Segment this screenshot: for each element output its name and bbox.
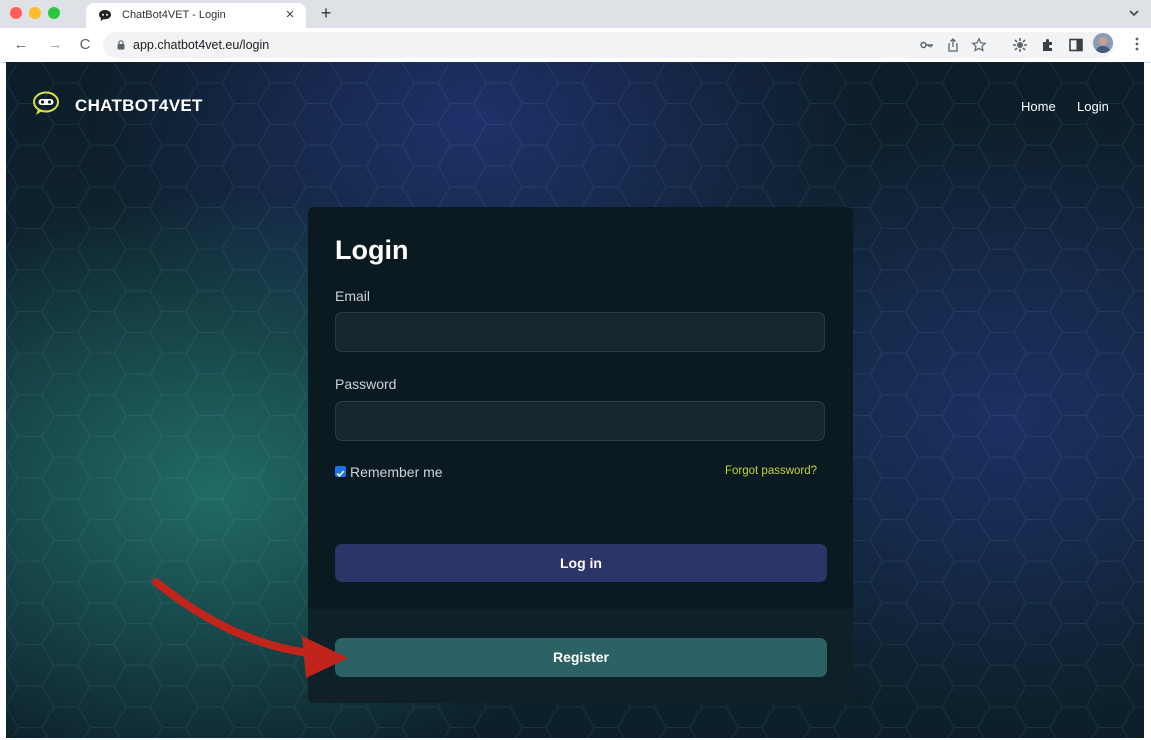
key-icon[interactable] [919, 37, 935, 53]
star-icon[interactable] [971, 37, 987, 53]
checkmark-icon [336, 470, 345, 478]
sidepanel-icon[interactable] [1068, 37, 1084, 53]
browser-tab[interactable]: ChatBot4VET - Login × [86, 3, 306, 28]
share-icon[interactable] [945, 37, 961, 53]
profile-icon [1095, 37, 1111, 53]
tab-strip: ChatBot4VET - Login × + [0, 0, 1151, 28]
brand-name: CHATBOT4VET [75, 96, 203, 115]
close-window-button[interactable] [10, 7, 22, 19]
email-label: Email [335, 288, 371, 304]
password-field[interactable] [335, 401, 825, 441]
page-title: Login [335, 235, 409, 265]
kebab-menu-icon[interactable] [1135, 36, 1139, 52]
reload-button[interactable]: C [76, 35, 94, 55]
minimize-window-button[interactable] [29, 7, 41, 19]
forward-button[interactable]: → [46, 35, 64, 55]
browser-toolbar: ← → C app.chatbot4vet.eu/login [0, 28, 1151, 63]
extension-icon[interactable] [1012, 37, 1028, 53]
remember-label: Remember me [350, 464, 443, 480]
login-card: Login Email Password Remember me Forgot … [308, 207, 853, 703]
tab-close-icon[interactable]: × [282, 6, 298, 24]
chevron-down-icon[interactable] [1127, 6, 1141, 20]
remember-checkbox[interactable] [335, 466, 346, 478]
login-button[interactable]: Log in [335, 544, 827, 582]
forgot-password-link[interactable]: Forgot password? [725, 465, 817, 477]
address-bar[interactable]: app.chatbot4vet.eu/login [103, 32, 1114, 58]
puzzle-icon[interactable] [1040, 37, 1056, 53]
url-text[interactable]: app.chatbot4vet.eu/login [133, 38, 269, 52]
register-button[interactable]: Register [335, 638, 827, 677]
tab-title: ChatBot4VET - Login [122, 9, 226, 21]
nav-link-login[interactable]: Login [1077, 99, 1109, 114]
email-field[interactable] [335, 312, 825, 352]
lock-icon[interactable] [117, 40, 125, 50]
nav-link-home[interactable]: Home [1021, 99, 1056, 114]
chat-bubble-icon [99, 10, 111, 21]
back-button[interactable]: ← [12, 35, 30, 55]
avatar[interactable] [1093, 33, 1113, 53]
new-tab-button[interactable]: + [316, 1, 336, 25]
web-page: CHATBOT4VET Home Login Login Email Passw… [6, 62, 1144, 738]
password-label: Password [335, 376, 397, 392]
chat-bubble-icon [33, 91, 59, 115]
maximize-window-button[interactable] [48, 7, 60, 19]
